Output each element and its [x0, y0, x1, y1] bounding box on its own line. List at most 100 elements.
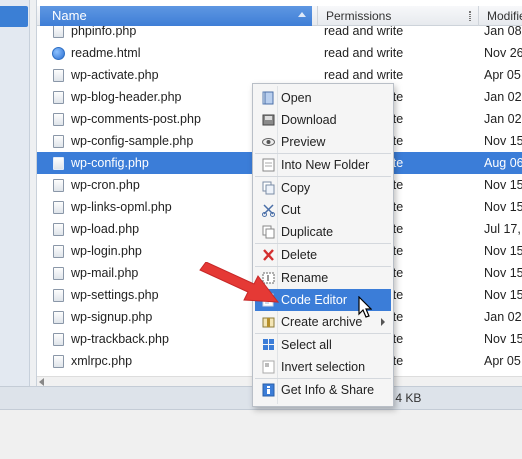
menu-item-get-info-share[interactable]: Get Info & Share [255, 379, 391, 401]
column-header-name[interactable]: Name [40, 6, 312, 26]
bottom-panel [0, 410, 522, 459]
php-file-icon [53, 333, 64, 346]
file-modified: Nov 26 [484, 46, 522, 60]
php-file-icon [53, 201, 64, 214]
file-name: wp-settings.php [71, 288, 159, 302]
file-row[interactable]: phpinfo.php read and write Jan 08 [37, 26, 522, 42]
file-modified: Apr 05 [484, 354, 521, 368]
file-name: wp-load.php [71, 222, 140, 236]
file-name: wp-config.php [71, 156, 149, 170]
php-file-icon [53, 26, 64, 38]
file-modified: Jul 17, [484, 222, 521, 236]
php-file-icon [53, 179, 64, 192]
annotation-arrow-icon [199, 262, 280, 303]
scroll-left-icon[interactable] [39, 378, 44, 386]
column-header-permissions-label: Permissions [326, 9, 392, 23]
file-modified: Nov 15 [484, 200, 522, 214]
php-file-icon [53, 311, 64, 324]
file-name: wp-mail.php [71, 266, 139, 280]
file-name: xmlrpc.php [71, 354, 133, 368]
file-modified: Apr 05 [484, 68, 521, 82]
file-name: wp-blog-header.php [71, 90, 182, 104]
archive-icon [262, 315, 275, 329]
mouse-cursor-icon [358, 296, 372, 318]
menu-item-cut[interactable]: Cut [255, 199, 391, 221]
file-name: wp-links-opml.php [71, 200, 172, 214]
menu-item-copy[interactable]: Copy [255, 177, 391, 199]
column-header-name-label: Name [52, 8, 87, 23]
php-file-icon [53, 113, 64, 126]
sidebar-selected-item[interactable] [0, 6, 28, 27]
copy-icon [262, 181, 275, 195]
file-modified: Nov 15 [484, 134, 522, 148]
menu-item-label: Duplicate [281, 225, 334, 239]
menu-item-label: Create archive [281, 315, 363, 329]
menu-item-preview[interactable]: Preview [255, 131, 391, 153]
column-header-permissions[interactable]: Permissions [317, 6, 477, 26]
file-name: wp-trackback.php [71, 332, 169, 346]
php-file-icon [53, 69, 64, 82]
file-name: wp-config-sample.php [71, 134, 194, 148]
file-modified: Jan 02 [484, 310, 522, 324]
column-resize-grip-icon[interactable] [469, 11, 471, 21]
column-header-modified-label: Modifie [487, 9, 522, 23]
file-name: wp-comments-post.php [71, 112, 201, 126]
file-name: wp-activate.php [71, 68, 159, 82]
file-modified: Nov 15 [484, 332, 522, 346]
menu-item-label: Code Editor [281, 293, 348, 307]
context-menu: Open Download Preview Into New Folder Copy Cu… [252, 83, 394, 407]
file-name: wp-signup.php [71, 310, 153, 324]
menu-item-label: Open [281, 91, 312, 105]
menu-item-label: Rename [281, 271, 329, 285]
menu-item-label: Download [281, 113, 337, 127]
menu-item-invert-selection[interactable]: Invert selection [255, 356, 391, 378]
menu-item-label: Select all [281, 338, 332, 352]
menu-item-label: Copy [281, 181, 311, 195]
file-modified: Jan 08 [484, 26, 522, 38]
file-name: wp-cron.php [71, 178, 140, 192]
delete-x-icon [262, 248, 275, 262]
file-name: readme.html [71, 46, 141, 60]
file-name: phpinfo.php [71, 26, 137, 38]
php-file-icon [53, 223, 64, 236]
php-file-icon [53, 289, 64, 302]
file-modified: Nov 15 [484, 288, 522, 302]
eye-icon [262, 135, 275, 149]
file-permissions: read and write [324, 46, 404, 60]
menu-item-into-new-folder[interactable]: Into New Folder [255, 154, 391, 176]
file-manager-window: Name Permissions Modifie phpinfo.php read… [0, 0, 522, 459]
select-all-icon [262, 338, 275, 352]
sort-ascending-icon [298, 12, 306, 17]
html-file-icon [52, 47, 65, 60]
file-modified: Nov 15 [484, 244, 522, 258]
file-permissions: read and write [324, 26, 404, 38]
file-row[interactable]: readme.html read and write Nov 26 [37, 42, 522, 64]
menu-item-select-all[interactable]: Select all [255, 334, 391, 356]
menu-item-label: Cut [281, 203, 301, 217]
download-icon [262, 113, 275, 127]
php-file-icon [53, 91, 64, 104]
php-file-icon [53, 267, 64, 280]
menu-item-label: Preview [281, 135, 326, 149]
menu-item-duplicate[interactable]: Duplicate [255, 221, 391, 243]
file-modified: Jan 02 [484, 112, 522, 126]
open-file-icon [262, 91, 275, 105]
php-file-icon [53, 245, 64, 258]
menu-item-label: Delete [281, 248, 318, 262]
column-header-row: Name Permissions Modifie [37, 6, 522, 26]
php-file-icon [53, 135, 64, 148]
file-modified: Aug 06 [484, 156, 522, 170]
sidebar [0, 0, 30, 386]
invert-selection-icon [262, 360, 275, 374]
menu-item-label: Invert selection [281, 360, 366, 374]
info-icon [262, 383, 275, 397]
menu-item-download[interactable]: Download [255, 109, 391, 131]
file-modified: Jan 02 [484, 90, 522, 104]
column-header-modified[interactable]: Modifie [478, 6, 522, 26]
php-file-icon [53, 355, 64, 368]
scissors-icon [262, 203, 275, 217]
menu-item-open[interactable]: Open [255, 87, 391, 109]
duplicate-icon [262, 225, 275, 239]
new-folder-icon [262, 158, 275, 172]
file-modified: Nov 15 [484, 178, 522, 192]
